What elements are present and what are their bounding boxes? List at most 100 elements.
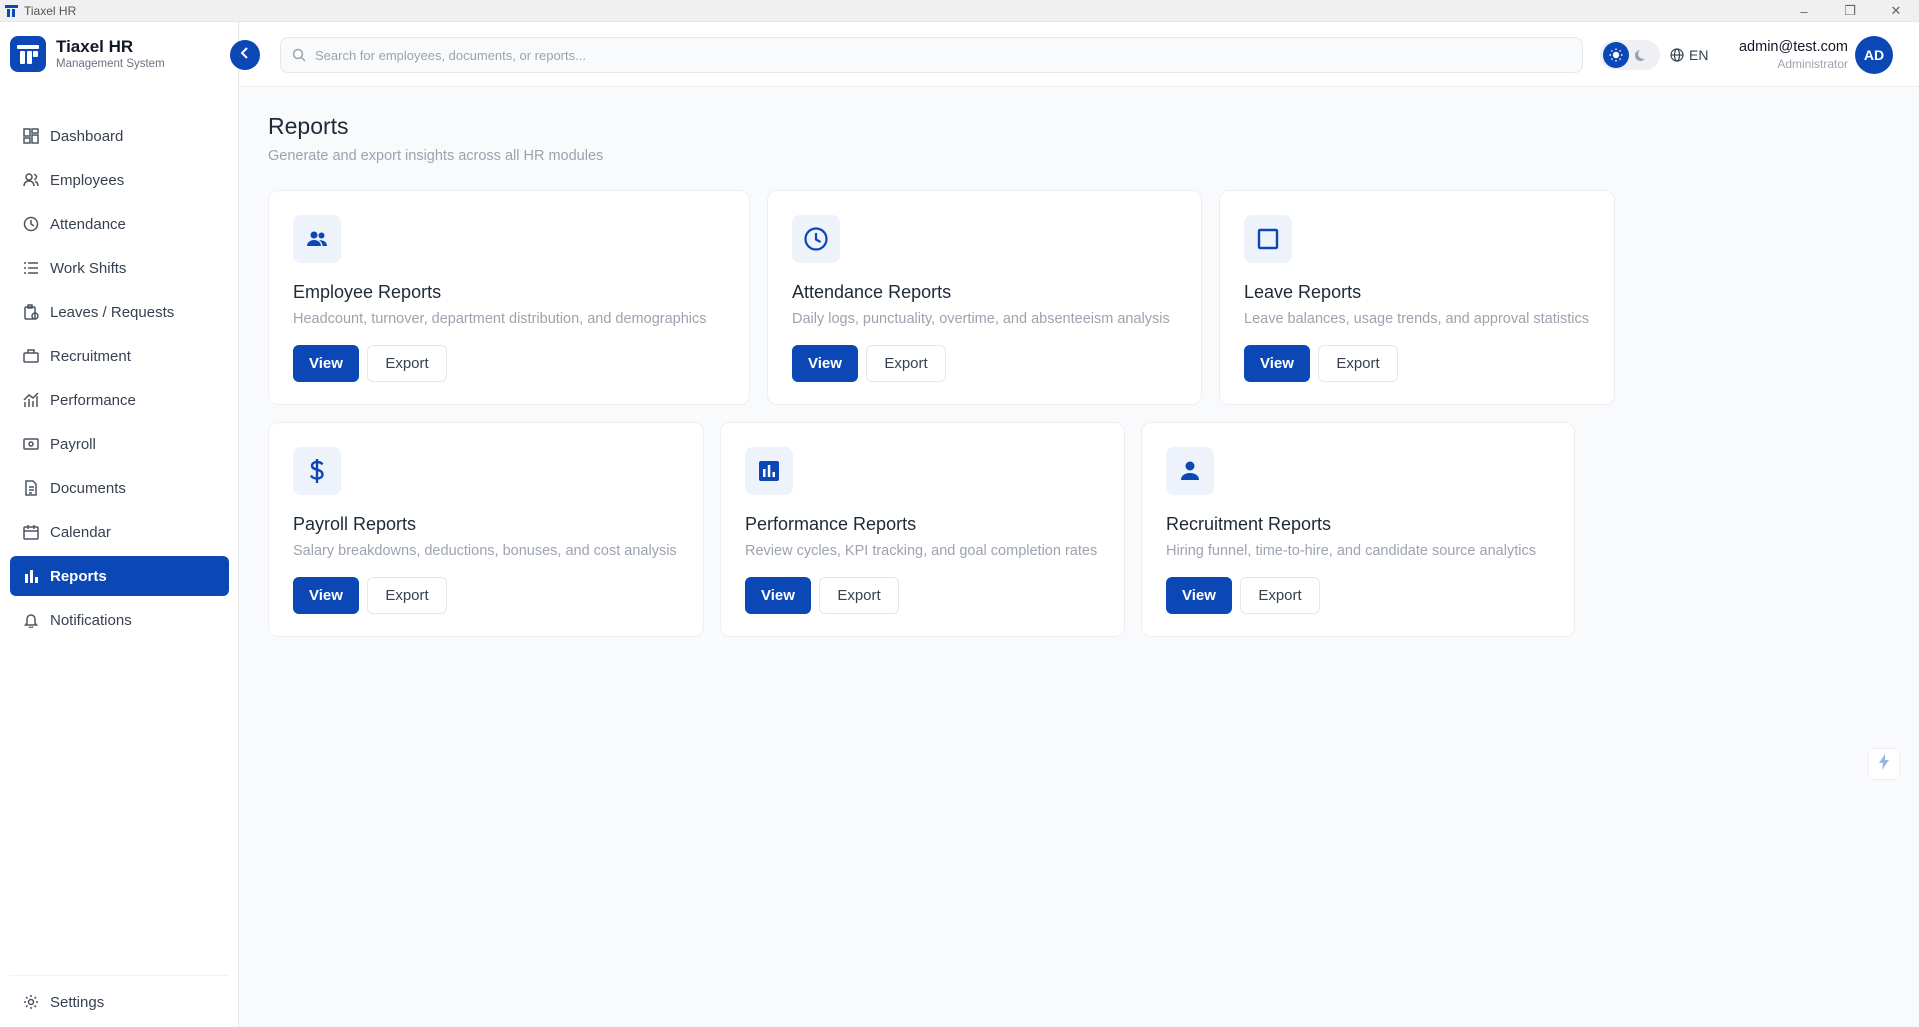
card-title: Leave Reports bbox=[1244, 282, 1362, 302]
window-titlebar: Tiaxel HR – ❐ ✕ bbox=[0, 0, 1919, 22]
user-email: admin@test.com bbox=[1738, 39, 1848, 55]
bar-chart-icon bbox=[22, 567, 40, 585]
user-info[interactable]: admin@test.com Administrator bbox=[1739, 38, 1848, 72]
page-subtitle: Generate and export insights across all … bbox=[268, 148, 604, 164]
user-role: Administrator bbox=[1777, 57, 1848, 71]
view-button[interactable]: View bbox=[1244, 345, 1310, 382]
report-card-payroll: Payroll Reports Salary breakdowns, deduc… bbox=[268, 422, 704, 637]
search-input[interactable]: Search for employees, documents, or repo… bbox=[280, 37, 1583, 73]
app-logo-icon bbox=[4, 4, 18, 18]
view-button[interactable]: View bbox=[293, 345, 359, 382]
sidebar-item-leaves-requests[interactable]: Leaves / Requests bbox=[10, 292, 229, 332]
card-title: Performance Reports bbox=[745, 514, 917, 534]
export-button[interactable]: Export bbox=[866, 345, 946, 382]
chart-line-icon bbox=[22, 391, 40, 409]
list-icon bbox=[22, 259, 40, 277]
report-card-leave: Leave Reports Leave balances, usage tren… bbox=[1219, 190, 1615, 405]
search-icon bbox=[291, 47, 307, 63]
close-window-button[interactable]: ✕ bbox=[1873, 0, 1919, 22]
view-button[interactable]: View bbox=[745, 577, 811, 614]
window-title: Tiaxel HR bbox=[24, 3, 77, 18]
restore-button[interactable]: ❐ bbox=[1827, 0, 1873, 22]
gear-icon bbox=[22, 993, 40, 1011]
clock-icon bbox=[792, 215, 840, 263]
quick-action-button[interactable] bbox=[1868, 748, 1900, 780]
export-button[interactable]: Export bbox=[1318, 345, 1398, 382]
report-card-performance: Performance Reports Review cycles, KPI t… bbox=[720, 422, 1125, 637]
sidebar-item-label: Documents bbox=[50, 479, 126, 497]
sidebar-item-label: Work Shifts bbox=[50, 259, 127, 277]
moon-icon[interactable] bbox=[1629, 42, 1655, 68]
sidebar-item-label: Attendance bbox=[50, 215, 126, 233]
sidebar-item-payroll[interactable]: Payroll bbox=[10, 424, 229, 464]
sidebar-item-label: Leaves / Requests bbox=[50, 303, 175, 321]
report-card-attendance: Attendance Reports Daily logs, punctuali… bbox=[767, 190, 1202, 405]
globe-icon bbox=[1670, 48, 1684, 62]
export-button[interactable]: Export bbox=[367, 345, 447, 382]
card-description: Leave balances, usage trends, and approv… bbox=[1244, 311, 1589, 327]
card-title: Payroll Reports bbox=[293, 514, 417, 534]
sidebar-item-label: Employees bbox=[50, 171, 125, 189]
square-icon bbox=[1244, 215, 1292, 263]
sidebar-item-settings[interactable]: Settings bbox=[10, 982, 229, 1022]
collapse-sidebar-button[interactable] bbox=[230, 40, 260, 70]
card-description: Headcount, turnover, department distribu… bbox=[293, 311, 707, 327]
avatar[interactable]: AD bbox=[1855, 36, 1893, 74]
card-description: Hiring funnel, time-to-hire, and candida… bbox=[1166, 543, 1536, 559]
dashboard-icon bbox=[22, 127, 40, 145]
sidebar-item-attendance[interactable]: Attendance bbox=[10, 204, 229, 244]
card-description: Review cycles, KPI tracking, and goal co… bbox=[745, 543, 1098, 559]
sidebar-item-label: Performance bbox=[50, 391, 136, 409]
card-title: Recruitment Reports bbox=[1166, 514, 1332, 534]
card-description: Salary breakdowns, deductions, bonuses, … bbox=[293, 543, 677, 559]
chevron-left-icon bbox=[239, 46, 251, 64]
clipboard-icon bbox=[22, 303, 40, 321]
sidebar-item-label: Settings bbox=[50, 993, 105, 1011]
briefcase-icon bbox=[22, 347, 40, 365]
bar-chart-icon bbox=[745, 447, 793, 495]
brand-logo-icon bbox=[10, 36, 46, 72]
sidebar-item-dashboard[interactable]: Dashboard bbox=[10, 116, 229, 156]
language-label: EN bbox=[1689, 47, 1709, 63]
language-selector[interactable]: EN bbox=[1670, 44, 1708, 66]
sidebar: Tiaxel HR Management System Dashboard Em… bbox=[0, 22, 239, 1027]
theme-toggle[interactable] bbox=[1600, 40, 1660, 70]
brand-subtitle: Management System bbox=[56, 58, 165, 70]
page-title: Reports bbox=[268, 113, 349, 139]
brand[interactable]: Tiaxel HR Management System bbox=[10, 36, 165, 72]
money-icon bbox=[22, 435, 40, 453]
report-card-employee: Employee Reports Headcount, turnover, de… bbox=[268, 190, 750, 405]
sidebar-item-documents[interactable]: Documents bbox=[10, 468, 229, 508]
export-button[interactable]: Export bbox=[819, 577, 899, 614]
sidebar-item-reports[interactable]: Reports bbox=[10, 556, 229, 596]
users-icon bbox=[22, 171, 40, 189]
sidebar-item-recruitment[interactable]: Recruitment bbox=[10, 336, 229, 376]
sidebar-nav: Dashboard Employees Attendance Work Shif… bbox=[10, 116, 229, 644]
minimize-button[interactable]: – bbox=[1781, 0, 1827, 22]
export-button[interactable]: Export bbox=[1240, 577, 1320, 614]
report-card-recruitment: Recruitment Reports Hiring funnel, time-… bbox=[1141, 422, 1575, 637]
brand-name: Tiaxel HR bbox=[56, 37, 134, 56]
calendar-icon bbox=[22, 523, 40, 541]
sidebar-footer: Settings bbox=[10, 975, 229, 1027]
sidebar-item-work-shifts[interactable]: Work Shifts bbox=[10, 248, 229, 288]
sidebar-item-label: Payroll bbox=[50, 435, 96, 453]
view-button[interactable]: View bbox=[293, 577, 359, 614]
search-placeholder: Search for employees, documents, or repo… bbox=[315, 47, 586, 63]
sidebar-item-notifications[interactable]: Notifications bbox=[10, 600, 229, 640]
sidebar-item-label: Calendar bbox=[50, 523, 111, 541]
dollar-icon bbox=[293, 447, 341, 495]
sidebar-item-calendar[interactable]: Calendar bbox=[10, 512, 229, 552]
sidebar-item-label: Recruitment bbox=[50, 347, 131, 365]
sidebar-item-employees[interactable]: Employees bbox=[10, 160, 229, 200]
sidebar-item-performance[interactable]: Performance bbox=[10, 380, 229, 420]
card-title: Employee Reports bbox=[293, 282, 442, 302]
document-icon bbox=[22, 479, 40, 497]
view-button[interactable]: View bbox=[1166, 577, 1232, 614]
card-description: Daily logs, punctuality, overtime, and a… bbox=[792, 311, 1170, 327]
sidebar-item-label: Dashboard bbox=[50, 127, 124, 145]
sidebar-item-label: Reports bbox=[50, 567, 107, 585]
view-button[interactable]: View bbox=[792, 345, 858, 382]
export-button[interactable]: Export bbox=[367, 577, 447, 614]
sun-icon[interactable] bbox=[1603, 42, 1629, 68]
